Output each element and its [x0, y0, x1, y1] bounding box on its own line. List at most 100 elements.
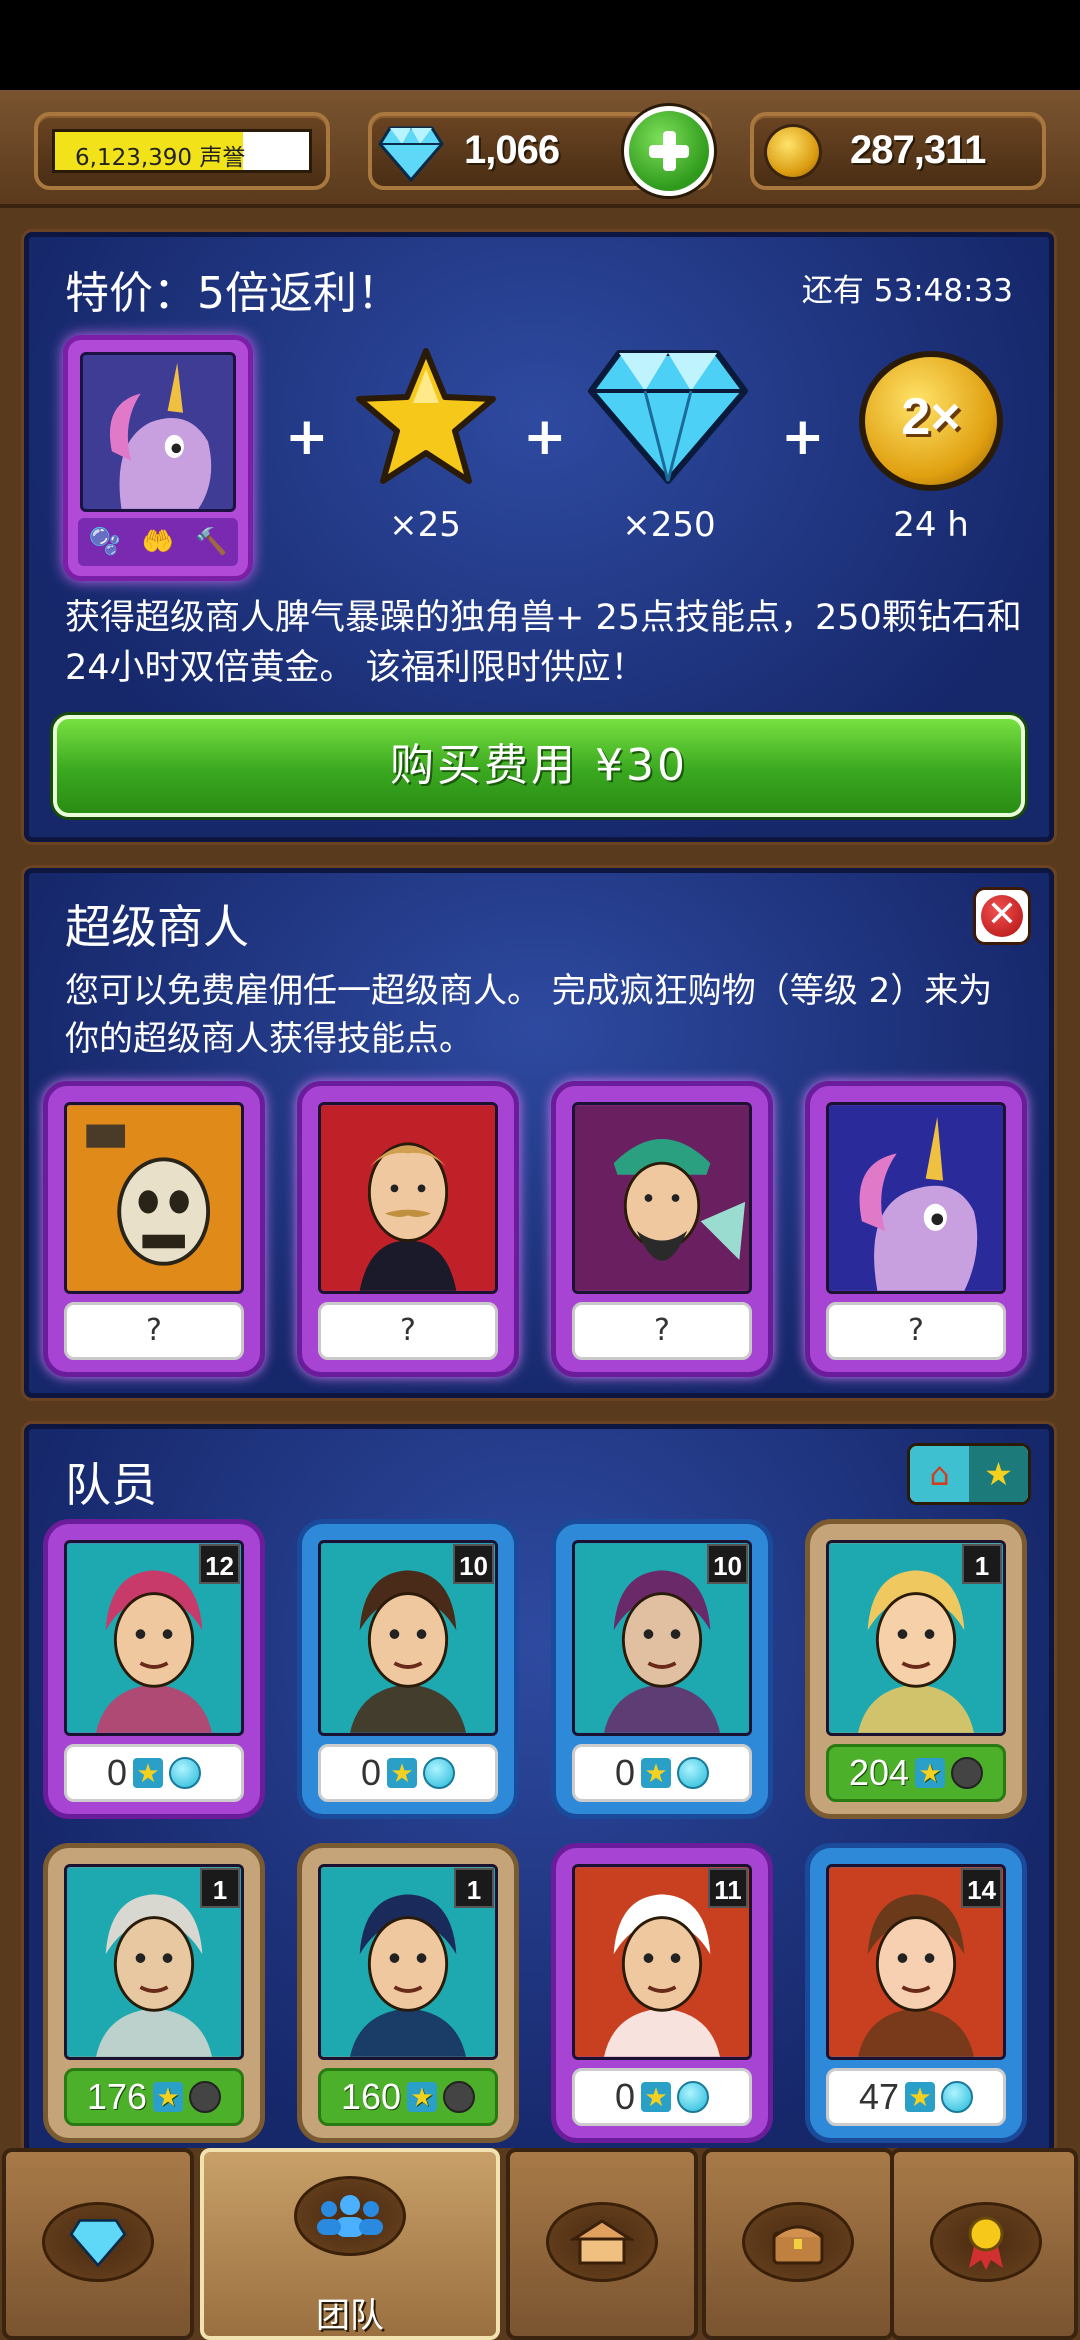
merchants-title: 超级商人 [65, 900, 249, 954]
skill-points-value: 204 [848, 1752, 910, 1793]
star-icon: ★ [641, 1758, 672, 1788]
buy-offer-button[interactable]: 购买费用 ¥30 [53, 715, 1025, 817]
status-dot-icon [951, 1757, 984, 1789]
team-member-card[interactable]: 11 0 ★ [551, 1843, 773, 2143]
merchant-card-skeleton[interactable]: ? [43, 1081, 265, 1377]
close-button[interactable]: ✕ [973, 887, 1031, 945]
unicorn-portrait [80, 352, 236, 512]
reputation-progress-bar: 6,123,390 声誉 [52, 129, 312, 173]
shop-icon [546, 2202, 658, 2282]
skill-points-value: 160 [340, 2076, 402, 2117]
tab-team[interactable]: 团队 [200, 2148, 500, 2340]
skill-points-display: 204 ★ [826, 1744, 1006, 1802]
tab-shop[interactable] [506, 2148, 698, 2340]
resource-bar: 6,123,390 声誉 1,066 287,311 [0, 90, 1080, 208]
team-member-card[interactable]: 10 0 ★ [297, 1519, 519, 1819]
super-merchants-panel: 超级商人 ✕ 您可以免费雇佣任一超级商人。 完成疯狂购物（等级 2）来为你的超级… [24, 868, 1054, 1398]
gems-value: 1,066 [464, 128, 560, 172]
skill-points-display: 176 ★ [64, 2068, 244, 2126]
diamond-icon [588, 350, 748, 484]
level-badge: 1 [454, 1868, 494, 1908]
skill-points-value: 0 [614, 1752, 636, 1793]
special-offer-panel: 特价：5倍返利！ 还有 53:48:33 🫧 🤲 🔨 + ×25 + ×250 … [24, 232, 1054, 842]
skill-points-value: 176 [86, 2076, 148, 2117]
team-member-card[interactable]: 1 176 ★ [43, 1843, 265, 2143]
skill-icon: 🤲 [141, 527, 175, 557]
gold-counter[interactable]: 287,311 [750, 112, 1046, 190]
tab-gems[interactable] [2, 2148, 194, 2340]
diamond-icon [42, 2202, 154, 2282]
star-icon: ★ [915, 1758, 946, 1788]
status-dot-icon [677, 1757, 710, 1789]
double-gold-badge: 2× [901, 388, 961, 446]
team-title: 队员 [65, 1458, 157, 1512]
tab-treasure[interactable] [702, 2148, 894, 2340]
offer-timer: 还有 53:48:33 [801, 273, 1013, 309]
level-badge: 14 [961, 1868, 1002, 1908]
star-icon: ★ [387, 1758, 418, 1788]
merchant-label: ? [826, 1302, 1006, 1360]
status-dot-icon [423, 1757, 456, 1789]
offer-title: 特价：5倍返利！ [65, 268, 401, 319]
skill-points-display: 160 ★ [318, 2068, 498, 2126]
skeleton-portrait [64, 1102, 244, 1294]
unicorn-skill-icons: 🫧 🤲 🔨 [78, 518, 238, 566]
skill-icon: 🫧 [88, 527, 121, 557]
double-gold-icon: 2× [859, 351, 1003, 491]
star-reward-label: ×25 [389, 505, 461, 545]
merchant-label: ? [572, 1302, 752, 1360]
star-icon: ★ [133, 1758, 164, 1788]
double-gold-reward-label: 24 h [893, 505, 969, 545]
merchant-label: ? [318, 1302, 498, 1360]
team-member-card[interactable]: 12 0 ★ [43, 1519, 265, 1819]
team-member-card[interactable]: 10 0 ★ [551, 1519, 773, 1819]
merchant-card-warlord[interactable]: ? [551, 1081, 773, 1377]
tab-team-label: 团队 [316, 2296, 384, 2336]
team-member-card[interactable]: 14 47 ★ [805, 1843, 1027, 2143]
star-icon: ★ [905, 2082, 936, 2112]
level-badge: 1 [200, 1868, 240, 1908]
gold-coin-icon [764, 124, 822, 180]
plus-sign: + [285, 407, 329, 467]
team-member-card[interactable]: 1 160 ★ [297, 1843, 519, 2143]
skill-points-display: 0 ★ [64, 1744, 244, 1802]
team-sort-toggle[interactable]: ⌂ ★ [907, 1443, 1031, 1505]
level-badge: 11 [708, 1868, 748, 1908]
skill-points-display: 47 ★ [826, 2068, 1006, 2126]
skill-points-display: 0 ★ [318, 1744, 498, 1802]
star-icon[interactable]: ★ [969, 1446, 1028, 1502]
buy-gems-plus-button[interactable] [624, 106, 714, 196]
reputation-unit: 声誉 [199, 145, 246, 171]
merchants-description: 您可以免费雇佣任一超级商人。 完成疯狂购物（等级 2）来为你的超级商人获得技能点… [65, 971, 993, 1059]
team-icon [294, 2176, 406, 2256]
status-dot-icon [941, 2081, 974, 2113]
skill-points-display: 0 ★ [572, 2068, 752, 2126]
home-icon[interactable]: ⌂ [910, 1446, 969, 1502]
merchant-label: ? [64, 1302, 244, 1360]
treasure-chest-icon [742, 2202, 854, 2282]
medal-icon [930, 2202, 1042, 2282]
gentleman-portrait [318, 1102, 498, 1294]
star-icon: ★ [153, 2082, 184, 2112]
close-icon: ✕ [986, 894, 1018, 935]
level-badge: 10 [453, 1544, 494, 1584]
tab-achievements[interactable] [890, 2148, 1078, 2340]
bottom-navigation: 团队 [0, 2148, 1080, 2340]
team-panel: 队员 ⌂ ★ 12 0 ★ 10 0 ★ 10 0 ★ 1 204 ★ 1 176 ★ 1 160 ★ 11 0 ★ 14… [24, 1424, 1054, 2154]
gems-counter[interactable]: 1,066 [368, 106, 714, 196]
skill-icon: 🔨 [195, 527, 228, 557]
status-dot-icon [677, 2081, 710, 2113]
diamond-reward-label: ×250 [622, 505, 716, 545]
diamond-icon [378, 126, 444, 182]
status-dot-icon [169, 1757, 202, 1789]
reputation-counter[interactable]: 6,123,390 声誉 [34, 112, 330, 190]
plus-sign: + [523, 407, 567, 467]
plus-sign: + [781, 407, 825, 467]
star-icon: ★ [407, 2082, 438, 2112]
merchant-card-unicorn[interactable]: ? [805, 1081, 1027, 1377]
merchant-card-gentleman[interactable]: ? [297, 1081, 519, 1377]
team-member-card[interactable]: 1 204 ★ [805, 1519, 1027, 1819]
level-badge: 10 [707, 1544, 748, 1584]
offer-unicorn-card[interactable]: 🫧 🤲 🔨 [63, 335, 253, 581]
reputation-value: 6,123,390 [75, 145, 193, 171]
